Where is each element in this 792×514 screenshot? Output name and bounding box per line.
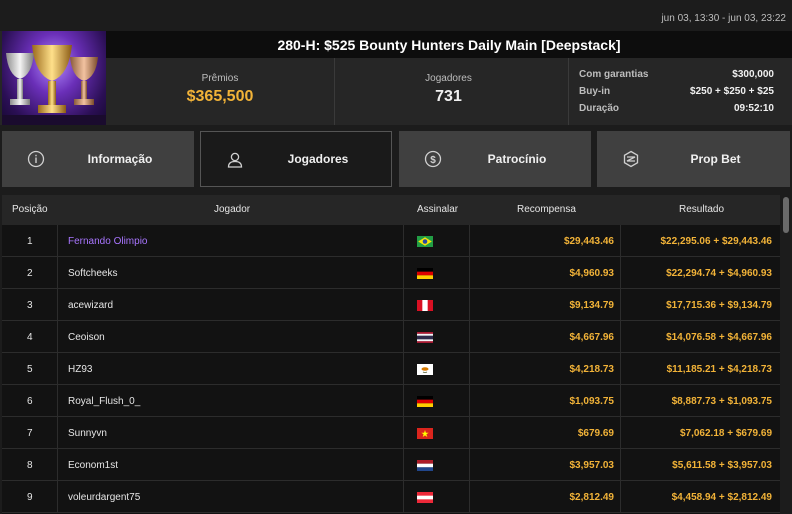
tab-informacao[interactable]: Informação xyxy=(2,131,194,187)
row-player-name[interactable]: Royal_Flush_0_ xyxy=(58,385,404,417)
brazil-flag-icon xyxy=(404,225,470,257)
info-value: $300,000 xyxy=(732,69,774,80)
row-result: $14,076.58 + $4,667.96 xyxy=(666,331,772,343)
table-header: Posição Jogador Assinalar Recompensa Res… xyxy=(2,195,780,225)
row-player-name[interactable]: Sunnyvn xyxy=(58,417,404,449)
tab-patrocinio[interactable]: $ Patrocínio xyxy=(399,131,591,187)
column-header-player[interactable]: Jogador xyxy=(214,204,250,215)
germany-flag-icon xyxy=(404,257,470,289)
info-label: Duração xyxy=(579,103,620,114)
player-count-label: Jogadores xyxy=(425,73,472,84)
row-result: $8,887.73 + $1,093.75 xyxy=(671,395,772,407)
table-row[interactable]: 9 voleurdargent75 $2,812.49 $4,458.94 + $2,… xyxy=(2,481,780,513)
title-bar: 280-H: $525 Bounty Hunters Daily Main [D… xyxy=(106,31,792,58)
table-row[interactable]: 6 Royal_Flush_0_ $1,093.75 $8,887.73 + $1,0… xyxy=(2,385,780,417)
row-result: $22,294.74 + $4,960.93 xyxy=(666,267,772,279)
row-player-name[interactable]: HZ93 xyxy=(58,353,404,385)
trophy-image xyxy=(2,31,106,125)
netherlands-flag-icon xyxy=(404,449,470,481)
row-reward: $4,218.73 xyxy=(470,353,621,385)
tab-bar: Informação Jogadores $ Patrocínio Prop B… xyxy=(0,131,792,187)
svg-text:$: $ xyxy=(430,155,436,166)
row-position: 9 xyxy=(2,481,58,513)
table-row[interactable]: 4 Ceoison $4,667.96 $14,076.58 + $4,667.96 xyxy=(2,321,780,353)
austria-flag-icon xyxy=(404,481,470,513)
info-label: Buy-in xyxy=(579,86,611,97)
column-header-reward[interactable]: Recompensa xyxy=(517,204,576,215)
row-player-name[interactable]: Fernando Olimpio xyxy=(58,225,404,257)
row-reward: $2,812.49 xyxy=(470,481,621,513)
tab-jogadores[interactable]: Jogadores xyxy=(200,131,392,187)
info-icon xyxy=(27,150,45,168)
row-player-name[interactable]: Econom1st xyxy=(58,449,404,481)
info-row-buyin: Buy-in $250 + $250 + $25 xyxy=(579,83,774,100)
row-result: $5,611.58 + $3,957.03 xyxy=(672,459,772,471)
info-label: Com garantias xyxy=(579,69,649,80)
chip-icon xyxy=(623,150,639,168)
row-position: 6 xyxy=(2,385,58,417)
tournament-header: 280-H: $525 Bounty Hunters Daily Main [D… xyxy=(0,31,792,125)
column-header-position[interactable]: Posição xyxy=(12,204,48,215)
tab-prop-bet[interactable]: Prop Bet xyxy=(597,131,790,187)
table-row[interactable]: 3 acewizard $9,134.79 $17,715.36 + $9,134.7… xyxy=(2,289,780,321)
row-player-name[interactable]: acewizard xyxy=(58,289,404,321)
prize-pool-value: $365,500 xyxy=(186,88,254,105)
column-header-flag[interactable]: Assinalar xyxy=(417,204,458,215)
row-reward: $4,960.93 xyxy=(470,257,621,289)
player-count-value: 731 xyxy=(435,88,462,105)
info-row-guarantee: Com garantias $300,000 xyxy=(579,66,774,83)
info-value: $250 + $250 + $25 xyxy=(690,86,774,97)
tournament-title: 280-H: $525 Bounty Hunters Daily Main [D… xyxy=(277,36,621,53)
vietnam-flag-icon xyxy=(404,417,470,449)
row-reward: $679.69 xyxy=(470,417,621,449)
row-position: 5 xyxy=(2,353,58,385)
table-row[interactable]: 5 HZ93 $4,218.73 $11,185.21 + $4,218.73 xyxy=(2,353,780,385)
row-position: 1 xyxy=(2,225,58,257)
row-result: $22,295.06 + $29,443.46 xyxy=(660,235,773,247)
row-player-name[interactable]: Ceoison xyxy=(58,321,404,353)
tournament-info: Com garantias $300,000 Buy-in $250 + $25… xyxy=(568,58,792,125)
row-reward: $4,667.96 xyxy=(470,321,621,353)
column-header-result[interactable]: Resultado xyxy=(679,204,724,215)
tournament-stats: Prêmios $365,500 Jogadores 731 Com garan… xyxy=(106,58,792,125)
germany-flag-icon xyxy=(404,385,470,417)
trophies-icon xyxy=(2,45,106,125)
prize-pool-label: Prêmios xyxy=(201,73,239,84)
top-bar: jun 03, 13:30 - jun 03, 23:22 xyxy=(0,0,792,31)
row-position: 4 xyxy=(2,321,58,353)
row-player-name[interactable]: Softcheeks xyxy=(58,257,404,289)
row-reward: $29,443.46 xyxy=(470,225,621,257)
table-row[interactable]: 8 Econom1st $3,957.03 $5,611.58 + $3,957.03 xyxy=(2,449,780,481)
scrollbar[interactable] xyxy=(780,195,792,514)
info-value: 09:52:10 xyxy=(733,103,774,114)
row-result: $17,715.36 + $9,134.79 xyxy=(666,299,772,311)
peru-flag-icon xyxy=(404,289,470,321)
row-result: $7,062.18 + $679.69 xyxy=(679,427,772,439)
row-position: 2 xyxy=(2,257,58,289)
scrollbar-thumb[interactable] xyxy=(783,197,789,233)
coin-icon: $ xyxy=(424,150,442,168)
row-result: $4,458.94 + $2,812.49 xyxy=(671,491,772,503)
tournament-dates: jun 03, 13:30 - jun 03, 23:22 xyxy=(661,13,786,24)
table-body: 1 Fernando Olimpio $29,443.46 $22,295.06 + … xyxy=(2,225,780,513)
player-count: Jogadores 731 xyxy=(334,58,562,125)
row-reward: $1,093.75 xyxy=(470,385,621,417)
row-position: 8 xyxy=(2,449,58,481)
row-position: 3 xyxy=(2,289,58,321)
prize-pool: Prêmios $365,500 xyxy=(106,58,334,125)
row-position: 7 xyxy=(2,417,58,449)
table-row[interactable]: 1 Fernando Olimpio $29,443.46 $22,295.06 + … xyxy=(2,225,780,257)
table-row[interactable]: 7 Sunnyvn $679.69 $7,062.18 + $679.69 xyxy=(2,417,780,449)
thailand-flag-icon xyxy=(404,321,470,353)
row-reward: $3,957.03 xyxy=(470,449,621,481)
row-reward: $9,134.79 xyxy=(470,289,621,321)
table-row[interactable]: 2 Softcheeks $4,960.93 $22,294.74 + $4,960.… xyxy=(2,257,780,289)
info-row-duration: Duração 09:52:10 xyxy=(579,100,774,117)
players-table: Posição Jogador Assinalar Recompensa Res… xyxy=(2,195,780,514)
user-icon xyxy=(227,152,243,168)
cyprus-flag-icon xyxy=(404,353,470,385)
row-result: $11,185.21 + $4,218.73 xyxy=(666,363,772,375)
row-player-name[interactable]: voleurdargent75 xyxy=(58,481,404,513)
